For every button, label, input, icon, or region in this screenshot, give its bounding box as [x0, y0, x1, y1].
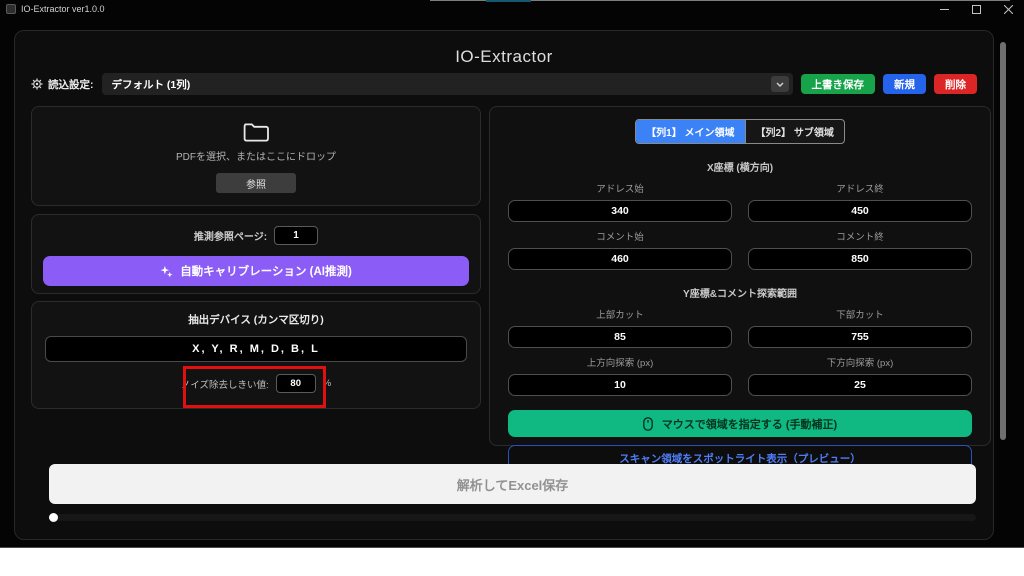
field-address-end: アドレス終 — [748, 181, 972, 222]
delete-preset-button[interactable]: 削除 — [934, 74, 977, 94]
field-top-cut: 上部カット — [508, 307, 732, 348]
window-controls — [928, 0, 1024, 18]
mouse-select-region-button[interactable]: マウスで領域を指定する (手動補正) — [508, 410, 972, 437]
field-comment-start: コメント始 — [508, 229, 732, 270]
maximize-button[interactable] — [960, 0, 992, 18]
dropzone-hint: PDFを選択、またはここにドロップ — [176, 148, 336, 163]
browse-button[interactable]: 参照 — [216, 173, 296, 193]
noise-threshold-label: ノイズ除去しきい値: — [181, 377, 269, 391]
reference-page-input[interactable] — [274, 226, 318, 245]
calibration-card: 推測参照ページ: 自動キャリブレーション (AI推測) — [31, 214, 481, 294]
field-address-start: アドレス始 — [508, 181, 732, 222]
device-list-input[interactable] — [45, 336, 467, 362]
settings-row: 読込設定: デフォルト (1列) 上書き保存 新規 削除 — [31, 73, 977, 95]
noise-row: ノイズ除去しきい値: % — [32, 374, 480, 393]
settings-label: 読込設定: — [48, 77, 94, 92]
field-bottom-cut: 下部カット — [748, 307, 972, 348]
minimize-button[interactable] — [928, 0, 960, 18]
field-search-down: 下方向探索 (px) — [748, 355, 972, 396]
gear-icon — [31, 78, 43, 90]
auto-calibration-button[interactable]: 自動キャリブレーション (AI推測) — [43, 256, 469, 286]
field-label: アドレス始 — [508, 181, 732, 195]
titlebar: IO-Extractor ver1.0.0 — [0, 0, 1024, 18]
auto-calibration-label: 自動キャリブレーション (AI推測) — [180, 263, 352, 279]
address-end-input[interactable] — [748, 200, 972, 222]
field-label: 下方向探索 (px) — [748, 355, 972, 369]
analyze-save-excel-button[interactable]: 解析してExcel保存 — [49, 464, 976, 504]
reference-page-label: 推測参照ページ: — [194, 228, 267, 243]
window-title: IO-Extractor ver1.0.0 — [21, 4, 105, 14]
field-label: 上方向探索 (px) — [508, 355, 732, 369]
field-comment-end: コメント終 — [748, 229, 972, 270]
pdf-dropzone[interactable]: PDFを選択、またはここにドロップ 参照 — [31, 106, 481, 206]
field-label: アドレス終 — [748, 181, 972, 195]
sparkles-icon — [160, 265, 173, 278]
overwrite-save-button[interactable]: 上書き保存 — [801, 74, 876, 94]
x-fields-grid: アドレス始 アドレス終 コメント始 コメント終 — [508, 181, 972, 270]
main-panel: IO-Extractor 読込設定: デフォルト (1列) — [14, 30, 994, 540]
y-coord-section-title: Y座標&コメント探索範囲 — [508, 285, 972, 300]
progress-bar[interactable] — [49, 514, 976, 521]
device-card: 抽出デバイス (カンマ区切り) ノイズ除去しきい値: % — [31, 301, 481, 409]
minimize-icon — [940, 5, 949, 14]
region-settings-panel: 【列1】 メイン領域 【列2】 サブ領域 X座標 (横方向) アドレス始 アドレ… — [489, 106, 991, 446]
preset-select[interactable]: デフォルト (1列) — [102, 73, 793, 95]
maximize-icon — [972, 5, 981, 14]
bottom-cut-input[interactable] — [748, 326, 972, 348]
close-icon — [1004, 5, 1013, 14]
field-label: コメント終 — [748, 229, 972, 243]
field-search-up: 上方向探索 (px) — [508, 355, 732, 396]
device-title: 抽出デバイス (カンマ区切り) — [32, 312, 480, 327]
field-label: コメント始 — [508, 229, 732, 243]
column-tabs: 【列1】 メイン領域 【列2】 サブ領域 — [635, 119, 845, 144]
x-coord-section-title: X座標 (横方向) — [508, 159, 972, 174]
field-label: 上部カット — [508, 307, 732, 321]
top-cut-input[interactable] — [508, 326, 732, 348]
comment-end-input[interactable] — [748, 248, 972, 270]
mouse-icon — [643, 417, 653, 431]
search-up-input[interactable] — [508, 374, 732, 396]
noise-threshold-input[interactable] — [276, 374, 316, 393]
search-down-input[interactable] — [748, 374, 972, 396]
progress-handle[interactable] — [49, 513, 58, 522]
comment-start-input[interactable] — [508, 248, 732, 270]
noise-unit-label: % — [323, 378, 331, 389]
tab-main-region[interactable]: 【列1】 メイン領域 — [636, 120, 744, 143]
close-button[interactable] — [992, 0, 1024, 18]
chevron-down-icon — [771, 76, 789, 92]
new-preset-button[interactable]: 新規 — [883, 74, 926, 94]
app-window: IO-Extractor ver1.0.0 IO-Extractor — [0, 0, 1024, 548]
folder-icon — [241, 119, 271, 143]
field-label: 下部カット — [748, 307, 972, 321]
vertical-scrollbar[interactable] — [1000, 42, 1006, 440]
y-fields-grid: 上部カット 下部カット 上方向探索 (px) 下方向探索 (px) — [508, 307, 972, 396]
address-start-input[interactable] — [508, 200, 732, 222]
preset-selected-value: デフォルト (1列) — [112, 77, 771, 92]
left-column: PDFを選択、またはここにドロップ 参照 推測参照ページ: 自動キャリブレーショ… — [31, 106, 481, 409]
app-icon — [6, 4, 16, 14]
mouse-select-region-label: マウスで領域を指定する (手動補正) — [662, 416, 837, 432]
page-title: IO-Extractor — [15, 47, 993, 67]
tab-sub-region[interactable]: 【列2】 サブ領域 — [745, 120, 844, 143]
